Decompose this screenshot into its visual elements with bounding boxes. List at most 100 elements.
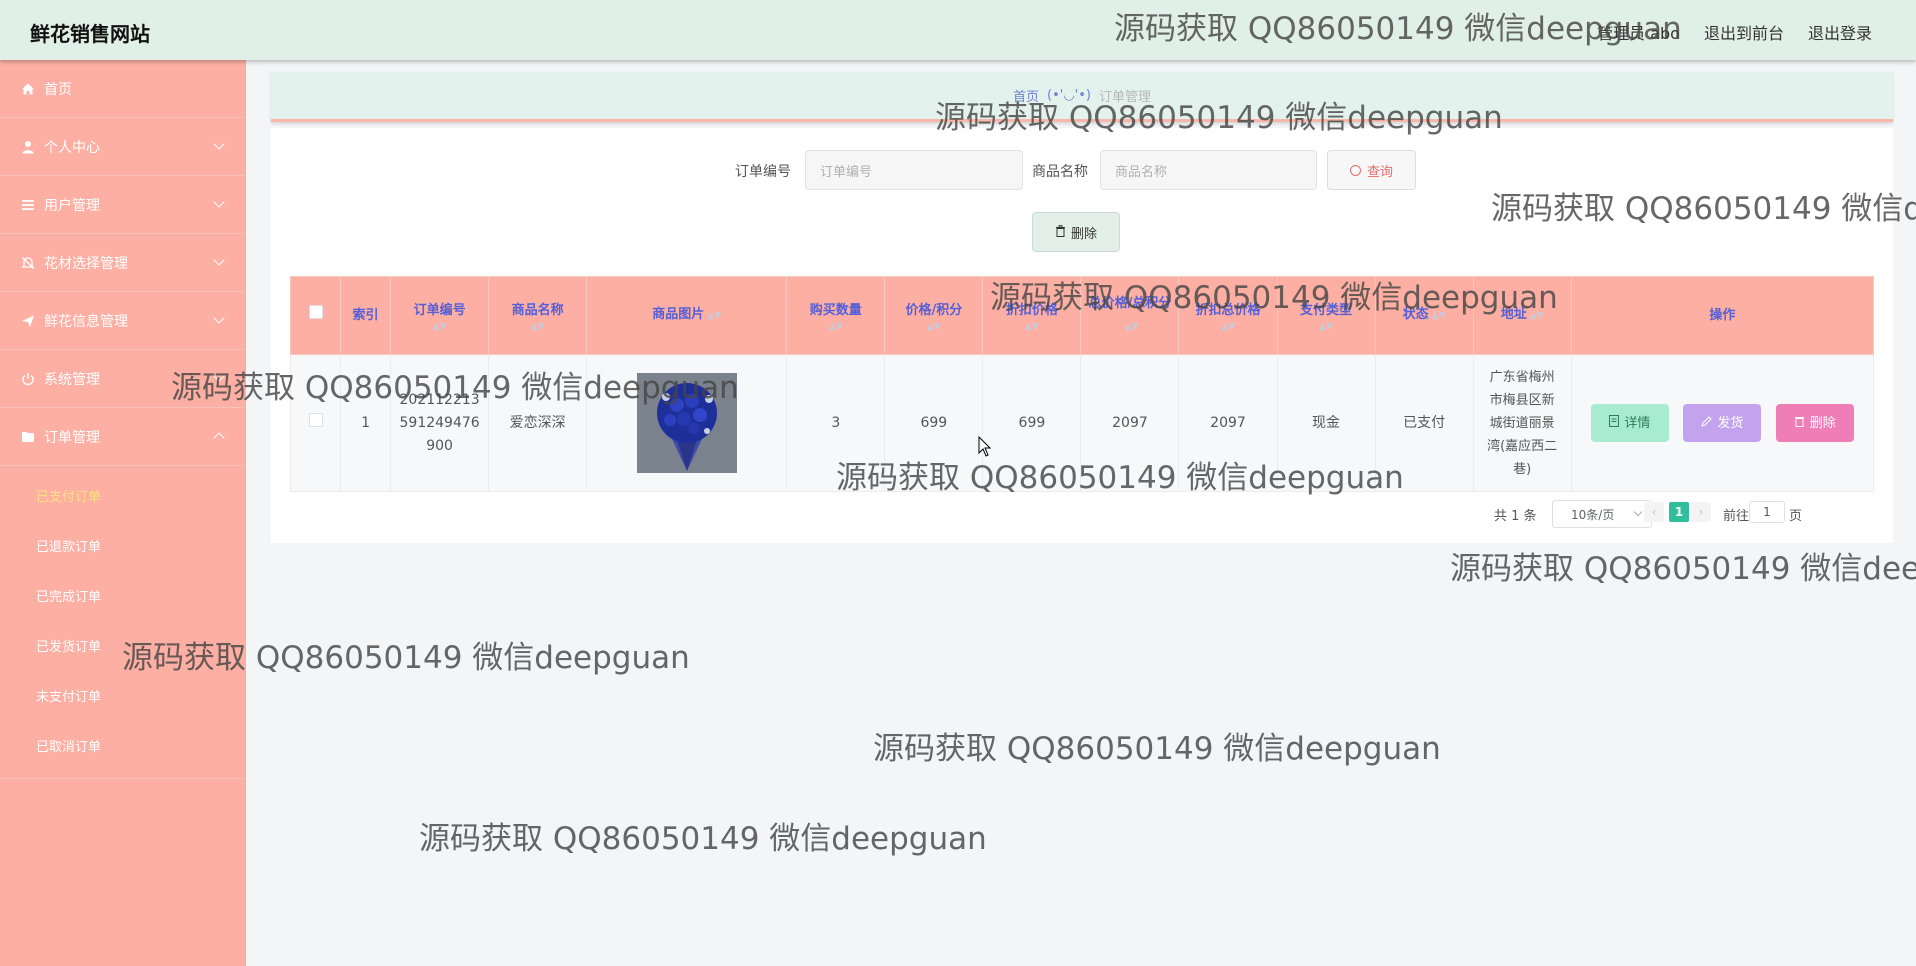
sidebar-item-label: 花材选择管理 bbox=[44, 255, 128, 272]
folder-icon bbox=[20, 429, 36, 445]
cell-status: 已支付 bbox=[1374, 354, 1474, 492]
col-header-actions: 操作 bbox=[1570, 276, 1875, 355]
col-header-product[interactable]: 商品名称 ▲▼ bbox=[488, 276, 588, 355]
address-line: 市梅县区新 bbox=[1489, 392, 1555, 408]
row-select-cell[interactable] bbox=[289, 354, 342, 492]
chevron-down-icon bbox=[213, 312, 225, 324]
col-header-price[interactable]: 价格/积分 ▲▼ bbox=[884, 276, 984, 355]
submenu-item-shipped-orders[interactable]: 已发货订单 bbox=[0, 620, 245, 670]
user-icon bbox=[20, 139, 36, 155]
product-image[interactable] bbox=[636, 373, 737, 473]
product-name-input[interactable]: 商品名称 bbox=[1100, 150, 1317, 190]
page-number-current[interactable]: 1 bbox=[1669, 502, 1689, 522]
orders-table: 索引 订单编号 ▲▼ 商品名称 ▲▼ 商品图片 ▲▼ 购买数量 ▲▼ 价格/积分 ▲▼ 折… bbox=[289, 276, 1875, 492]
cell-product-name: 爱恋深深 bbox=[488, 354, 588, 492]
select-all-checkbox[interactable] bbox=[308, 304, 323, 319]
col-header-total[interactable]: 总价格/总积分▲▼ bbox=[1080, 276, 1180, 355]
cell-order-no: 202112213 591249476 900 bbox=[390, 354, 490, 492]
col-header-discount-price[interactable]: 折扣价格 ▲▼ bbox=[982, 276, 1082, 355]
submenu-item-refunded-orders[interactable]: 已退款订单 bbox=[0, 520, 245, 570]
col-header-order-no[interactable]: 订单编号 ▲▼ bbox=[390, 276, 490, 355]
batch-delete-button[interactable]: 删除 bbox=[1032, 212, 1120, 252]
col-header-qty[interactable]: 购买数量 ▲▼ bbox=[786, 276, 886, 355]
select-all-cell[interactable] bbox=[289, 276, 342, 355]
sidebar-item-home[interactable]: 首页 bbox=[0, 60, 245, 118]
submenu-item-cancelled-orders[interactable]: 已取消订单 bbox=[0, 720, 245, 770]
sidebar-item-label: 用户管理 bbox=[44, 197, 100, 214]
sidebar: 首页 个人中心 用户管理 花材选择管理 鲜花信息管理 系统管理 订单管理 已支付… bbox=[0, 60, 246, 966]
row-checkbox[interactable] bbox=[308, 412, 323, 427]
col-header-image[interactable]: 商品图片 ▲▼ bbox=[586, 276, 788, 355]
breadcrumb-home-link[interactable]: 首页 bbox=[1013, 86, 1039, 105]
col-header-pay-type[interactable]: 支付类型 ▲▼ bbox=[1276, 276, 1376, 355]
page-size-value: 10条/页 bbox=[1571, 507, 1615, 522]
sort-icon[interactable]: ▲▼ bbox=[489, 322, 586, 332]
admin-name: 管理员 abo bbox=[1597, 24, 1680, 43]
next-page-button[interactable]: › bbox=[1691, 502, 1711, 522]
sidebar-item-personal-center[interactable]: 个人中心 bbox=[0, 118, 245, 176]
sidebar-item-label: 首页 bbox=[44, 81, 72, 98]
list-icon bbox=[20, 197, 36, 213]
sort-icon[interactable]: ▲▼ bbox=[1125, 322, 1139, 332]
watermark: 源码获取 QQ86050149 微信deepguan bbox=[1450, 551, 1916, 587]
sort-icon[interactable]: ▲▼ bbox=[787, 322, 884, 332]
top-right-menu: 管理员 abo 退出到前台 退出登录 bbox=[1597, 20, 1872, 44]
col-header-address[interactable]: 地址 ▲▼ bbox=[1472, 276, 1572, 355]
exit-to-front-link[interactable]: 退出到前台 bbox=[1704, 20, 1784, 44]
address-line: 巷) bbox=[1513, 461, 1532, 477]
cell-index: 1 bbox=[340, 354, 392, 492]
sidebar-item-user-management[interactable]: 用户管理 bbox=[0, 176, 245, 234]
order-no-line: 900 bbox=[426, 437, 453, 454]
goto-suffix: 页 bbox=[1789, 509, 1803, 524]
chevron-up-icon bbox=[213, 432, 225, 444]
main-panel: 订单编号 订单编号 商品名称 商品名称 查询 删除 索引 订单编号 ▲▼ 商品名称… bbox=[271, 128, 1893, 543]
sort-icon[interactable]: ▲▼ bbox=[1179, 322, 1276, 332]
detail-button-label: 详情 bbox=[1624, 415, 1651, 431]
ship-button[interactable]: 发货 bbox=[1683, 404, 1762, 442]
home-icon bbox=[20, 81, 36, 97]
col-header-discount-total[interactable]: 折扣总价格 ▲▼ bbox=[1178, 276, 1278, 355]
order-no-input[interactable]: 订单编号 bbox=[805, 150, 1023, 190]
logout-link[interactable]: 退出登录 bbox=[1808, 20, 1872, 44]
top-bar: 鲜花销售网站 管理员 abo 退出到前台 退出登录 bbox=[0, 0, 1916, 60]
cell-discount-total: 2097 bbox=[1178, 354, 1278, 492]
bell-off-icon bbox=[20, 255, 36, 271]
sort-icon[interactable]: ▲▼ bbox=[983, 322, 1080, 332]
submenu-item-unpaid-orders[interactable]: 未支付订单 bbox=[0, 670, 245, 720]
goto-page-input[interactable]: 1 bbox=[1749, 501, 1785, 523]
address-line: 城街道丽景 bbox=[1489, 415, 1555, 431]
query-button[interactable]: 查询 bbox=[1327, 150, 1416, 190]
sidebar-item-label: 订单管理 bbox=[44, 429, 100, 446]
sort-icon[interactable]: ▲▼ bbox=[391, 322, 488, 332]
sort-icon[interactable]: ▲▼ bbox=[1432, 311, 1446, 321]
edit-icon bbox=[1701, 412, 1713, 435]
cell-actions: 详情 发货 删除 bbox=[1570, 354, 1875, 492]
sort-icon[interactable]: ▲▼ bbox=[1278, 322, 1375, 332]
cell-pay-type: 现金 bbox=[1276, 354, 1376, 492]
sort-icon[interactable]: ▲▼ bbox=[1530, 311, 1544, 321]
row-delete-label: 删除 bbox=[1809, 415, 1836, 431]
document-icon bbox=[1609, 412, 1620, 435]
sidebar-item-system[interactable]: 系统管理 bbox=[0, 350, 245, 408]
col-header-status[interactable]: 状态 ▲▼ bbox=[1374, 276, 1474, 355]
table-header-row: 索引 订单编号 ▲▼ 商品名称 ▲▼ 商品图片 ▲▼ 购买数量 ▲▼ 价格/积分 ▲▼ 折… bbox=[289, 276, 1875, 355]
trash-icon bbox=[1794, 412, 1805, 435]
sort-icon[interactable]: ▲▼ bbox=[885, 322, 982, 332]
prev-page-button[interactable]: ‹ bbox=[1644, 502, 1664, 522]
sidebar-item-flower-material[interactable]: 花材选择管理 bbox=[0, 234, 245, 292]
watermark: 源码获取 QQ86050149 微信deepguan bbox=[873, 731, 1441, 767]
row-delete-button[interactable]: 删除 bbox=[1775, 404, 1854, 442]
sort-icon[interactable]: ▲▼ bbox=[707, 311, 721, 321]
order-submenu: 已支付订单 已退款订单 已完成订单 已发货订单 未支付订单 已取消订单 bbox=[0, 466, 245, 779]
cell-total: 2097 bbox=[1080, 354, 1180, 492]
sidebar-item-flower-info[interactable]: 鲜花信息管理 bbox=[0, 292, 245, 350]
order-no-label: 订单编号 bbox=[735, 164, 791, 180]
site-brand: 鲜花销售网站 bbox=[30, 22, 150, 46]
sidebar-item-order-management[interactable]: 订单管理 bbox=[0, 408, 245, 466]
ship-button-label: 发货 bbox=[1717, 415, 1744, 431]
submenu-item-completed-orders[interactable]: 已完成订单 bbox=[0, 570, 245, 620]
watermark: 源码获取 QQ86050149 微信deepguan bbox=[419, 821, 987, 857]
detail-button[interactable]: 详情 bbox=[1590, 404, 1669, 442]
submenu-item-paid-orders[interactable]: 已支付订单 bbox=[0, 470, 245, 520]
page-size-select[interactable]: 10条/页 bbox=[1552, 500, 1652, 528]
